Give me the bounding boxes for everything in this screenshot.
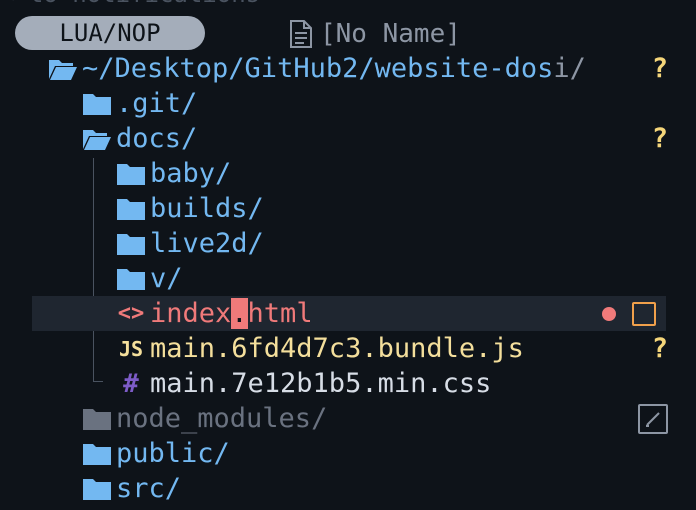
tree-item-main-js[interactable]: JS main.6fd4d7c3.bundle.js ? — [0, 331, 696, 366]
tree-item-live2d[interactable]: live2d/ — [0, 226, 696, 261]
tree-item-label: main.6fd4d7c3.bundle.js — [150, 333, 524, 364]
tree-item-label: baby/ — [150, 158, 232, 189]
tree-root-trail: i/ — [553, 53, 586, 84]
pencil-icon — [638, 403, 668, 434]
tree-item-label: node_modules/ — [116, 403, 328, 434]
tree-item-label: v/ — [150, 263, 183, 294]
tree-item-builds[interactable]: builds/ — [0, 191, 696, 226]
tree-item-label: src/ — [116, 473, 182, 504]
folder-open-icon — [48, 54, 78, 84]
tree-root-label: ~/Desktop/GitHub2/website-dos — [82, 53, 554, 84]
javascript-file-icon: JS — [118, 336, 144, 361]
status-ignored — [638, 401, 668, 436]
text-cursor: . — [231, 298, 248, 329]
file-icon — [290, 20, 312, 48]
folder-icon — [82, 404, 112, 434]
unstaged-square-icon — [632, 301, 656, 326]
tree-item-label: docs/ — [116, 123, 198, 154]
buffer-tab[interactable]: [No Name] — [288, 17, 461, 51]
css-file-icon: # — [123, 368, 139, 399]
tree-item-docs[interactable]: docs/ ? — [0, 121, 696, 156]
folder-icon — [116, 159, 146, 189]
tree-item-label: live2d/ — [150, 228, 264, 259]
status-untracked: ? — [651, 123, 668, 154]
folder-icon — [82, 89, 112, 119]
notification-hint: < to notifications — [0, 0, 260, 8]
tree-item-index-html[interactable]: <> index.html — [32, 296, 666, 331]
modified-dot-icon — [602, 306, 616, 321]
folder-open-icon — [82, 124, 112, 154]
buffer-name: [No Name] — [320, 19, 461, 49]
tree-item-label: index.html — [150, 298, 313, 329]
tree-root[interactable]: ~/Desktop/GitHub2/website-dos i/ ? — [0, 51, 696, 86]
tree-item-baby[interactable]: baby/ — [0, 156, 696, 191]
tree-item-git[interactable]: .git/ — [0, 86, 696, 121]
tree-item-label: builds/ — [150, 193, 264, 224]
tree-item-label: public/ — [116, 438, 230, 469]
status-untracked: ? — [651, 53, 668, 84]
tree-item-main-css[interactable]: # main.7e12b1b5.min.css — [0, 366, 696, 401]
folder-icon — [116, 264, 146, 294]
tree-item-src[interactable]: src/ — [0, 471, 696, 506]
tree-item-label: main.7e12b1b5.min.css — [150, 368, 492, 399]
mode-indicator: LUA/NOP — [15, 16, 205, 50]
status-untracked: ? — [651, 333, 668, 364]
folder-icon — [116, 229, 146, 259]
tree-item-label: .git/ — [116, 88, 198, 119]
tree-item-node-modules[interactable]: node_modules/ — [0, 401, 696, 436]
folder-icon — [82, 439, 112, 469]
folder-icon — [82, 474, 112, 504]
folder-icon — [116, 194, 146, 224]
git-status-markers — [602, 296, 656, 331]
html-file-icon: <> — [117, 301, 145, 326]
tree-item-public[interactable]: public/ — [0, 436, 696, 471]
tree-item-v[interactable]: v/ — [0, 261, 696, 296]
